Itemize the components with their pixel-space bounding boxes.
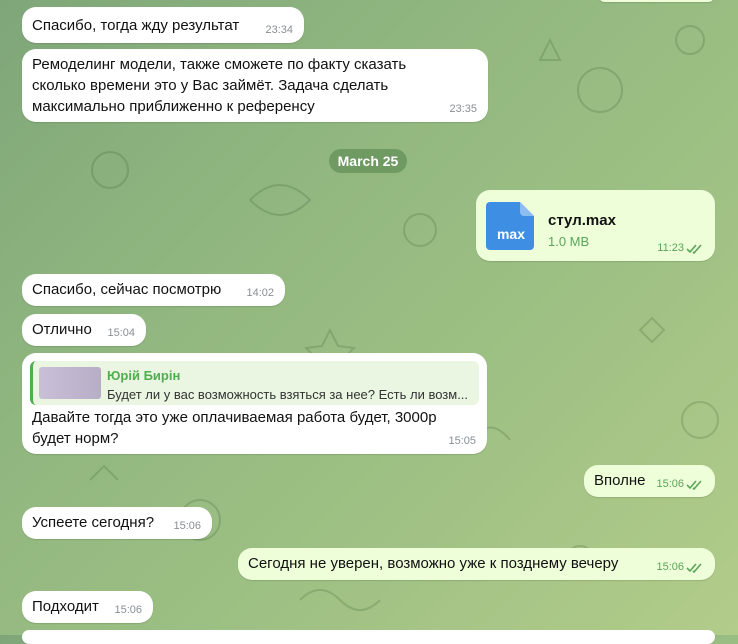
message-bubble-outgoing[interactable]: Сегодня не уверен, возможно уже к поздне… [238,548,715,580]
message-bubble-outgoing-file[interactable]: max стул.max 1.0 MB 11:23 [476,190,715,261]
message-text-line: Ремоделинг модели, также сможете по факт… [32,56,407,73]
message-text: Вполне [594,472,646,489]
double-check-icon [686,479,702,490]
file-name[interactable]: стул.max [548,210,616,231]
message-time: 15:06 [173,520,201,532]
message-bubble-outgoing[interactable]: Вполне 15:06 [584,465,715,497]
message-text: Спасибо, тогда жду результат [32,17,240,34]
message-text: Подходит [32,598,99,615]
reply-author: Юрій Бирін [107,368,181,383]
message-bubble-incoming[interactable]: Спасибо, тогда жду результат 23:34 [22,7,304,43]
message-bubble-outgoing-partial[interactable] [598,0,715,2]
message-text-line: будет норм? [32,430,119,447]
message-text: Успеете сегодня? [32,514,155,531]
message-time: 15:05 [448,435,476,447]
double-check-icon [686,562,702,573]
message-bubble-incoming[interactable]: Успеете сегодня? 15:06 [22,507,212,539]
message-time: 14:02 [246,287,274,299]
message-text: Спасибо, сейчас посмотрю [32,281,222,298]
message-bubble-incoming[interactable]: Ремоделинг модели, также сможете по факт… [22,49,488,122]
message-text-line: максимально приближенно к референсу [32,98,315,115]
message-time: 23:35 [449,103,477,115]
reply-text: Будет ли у вас возможность взяться за не… [107,387,469,402]
message-bubble-incoming-reply[interactable]: Юрій Бирін Будет ли у вас возможность вз… [22,353,487,454]
composer-partial[interactable] [22,630,715,644]
message-bubble-incoming[interactable]: Подходит 15:06 [22,591,153,623]
message-time: 23:34 [265,24,293,36]
message-bubble-incoming[interactable]: Спасибо, сейчас посмотрю 14:02 [22,274,285,306]
message-text: Отлично [32,321,92,338]
document-file-icon[interactable]: max [484,198,538,252]
message-text: Сегодня не уверен, возможно уже к поздне… [248,555,619,572]
message-time: 15:06 [656,561,684,573]
double-check-icon [686,243,702,254]
message-time: 15:06 [114,604,142,616]
date-separator: March 25 [329,149,407,173]
reply-quote[interactable]: Юрій Бирін Будет ли у вас возможность вз… [30,361,479,405]
message-time: 15:04 [107,327,135,339]
message-text-line: сколько времени это у Вас займёт. Задача… [32,77,389,94]
message-bubble-incoming[interactable]: Отлично 15:04 [22,314,146,346]
reply-thumbnail [39,367,101,399]
file-type-label: max [497,226,525,242]
message-text-line: Давайте тогда это уже оплачиваемая работ… [32,409,437,426]
message-time: 15:06 [656,478,684,490]
file-size: 1.0 MB [548,234,590,249]
message-time: 11:23 [657,242,684,254]
